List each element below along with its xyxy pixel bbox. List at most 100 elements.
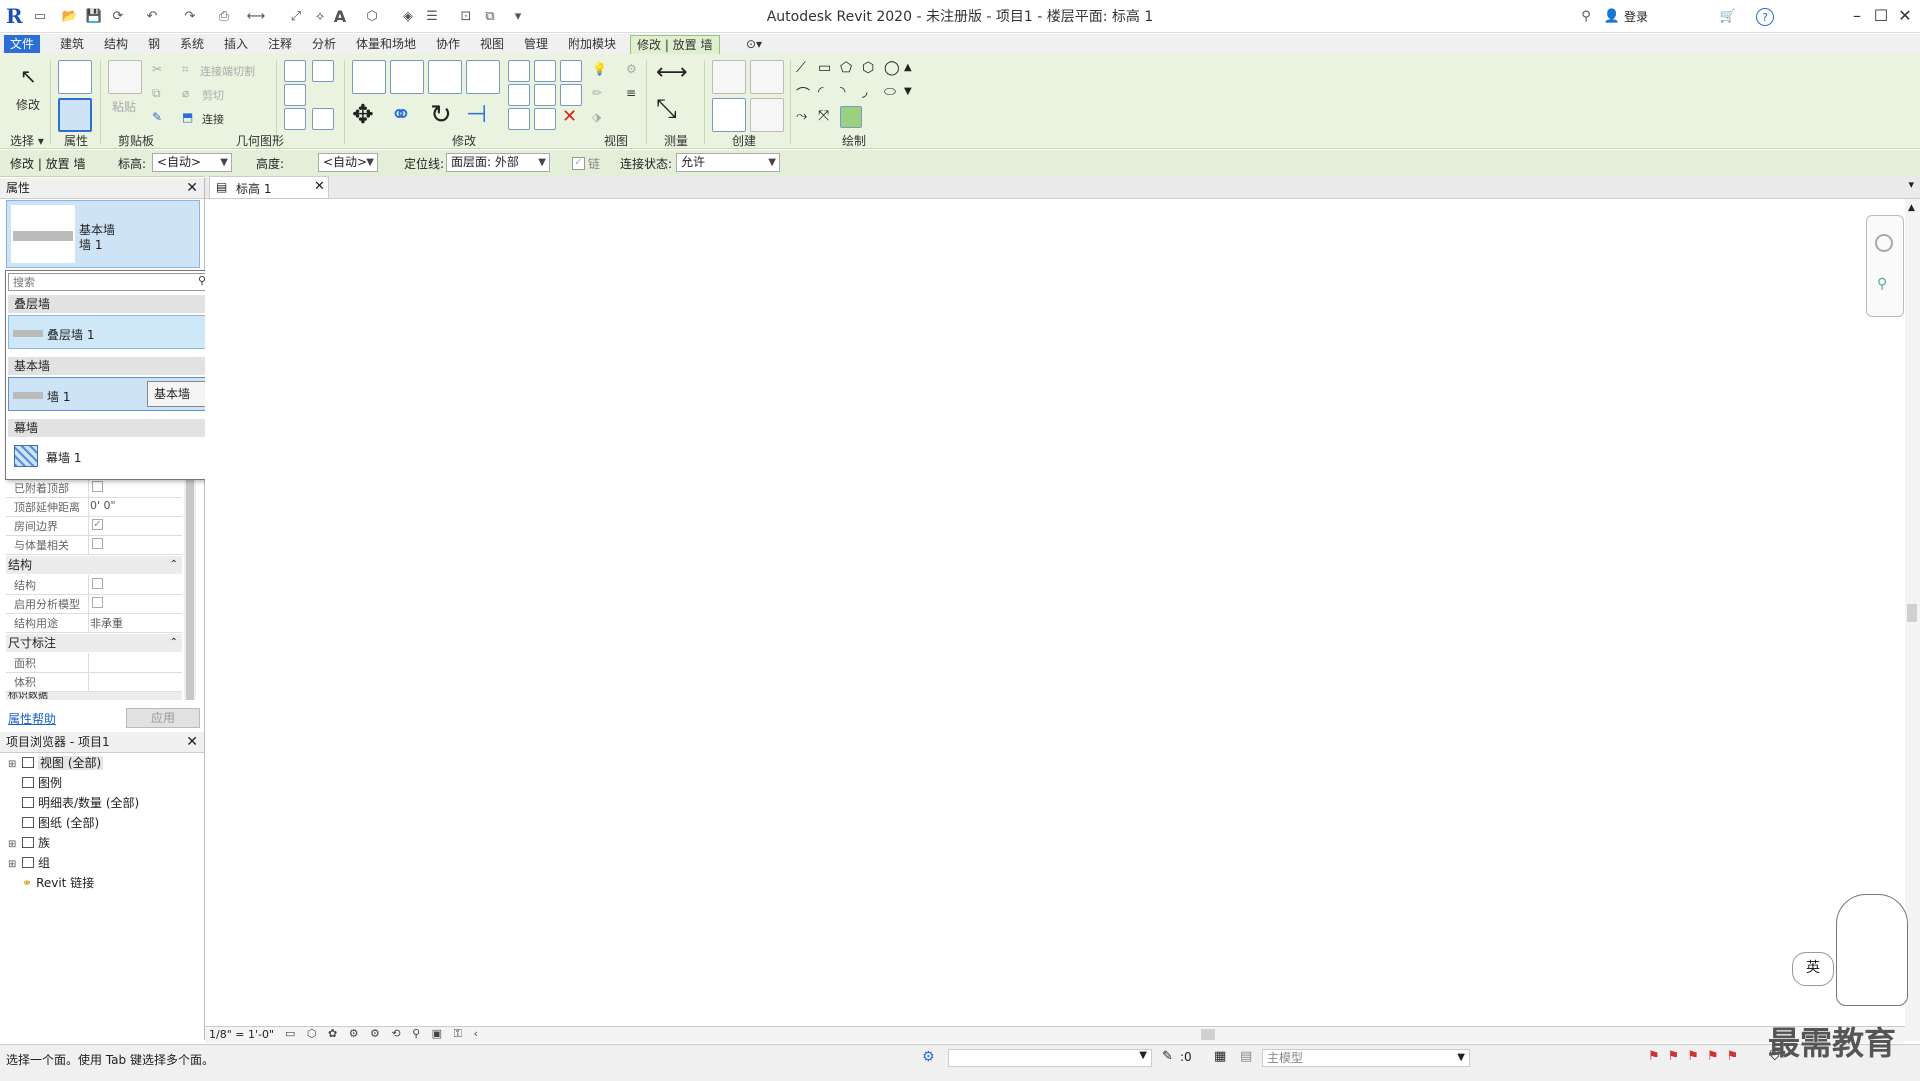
property-row[interactable]: 启用分析模型 [6,594,182,614]
tab-overflow-icon[interactable]: ▾ [1908,178,1914,191]
tab-analyze[interactable]: 分析 [306,35,342,53]
minimize-button[interactable]: – [1844,4,1870,28]
tab-structure[interactable]: 结构 [98,35,134,53]
join-label[interactable]: 连接 [202,111,224,127]
expand-icon[interactable]: ⊞ [8,859,18,870]
trim-single-icon[interactable] [534,108,556,130]
scissors-icon[interactable]: ✂ [152,62,162,76]
property-checkbox[interactable] [92,538,103,549]
properties-scrollbar[interactable] [184,478,196,700]
tab-file[interactable]: 文件 [4,35,41,53]
tree-item-views[interactable]: ⊞ 视图 (全部) [8,754,104,771]
linework-icon[interactable]: ✏ [592,86,602,100]
tree-item-families[interactable]: ⊞ 族 [8,834,50,851]
cart-icon[interactable]: 🛒 [1718,6,1738,26]
cut-join-label[interactable]: 连接端切割 [200,63,255,79]
demolish-icon[interactable]: ⬗ [592,110,601,124]
scroll-thumb[interactable] [1907,604,1917,622]
circumscribed-polygon-icon[interactable]: ⬡ [862,60,874,76]
thin-lines-toggle-icon[interactable]: ≡ [626,86,636,100]
wall-joins-icon[interactable] [284,84,306,106]
split-element-icon[interactable] [508,60,530,82]
tree-item-revit-links[interactable]: ⚭ Revit 链接 [8,874,94,891]
pick-face-active-icon[interactable] [840,106,862,128]
pick-lines-icon[interactable]: ⤳ [796,108,807,124]
height-value-select[interactable]: <自动> ▼ [318,153,378,172]
trim-multiple-icon[interactable] [508,108,530,130]
workset-select[interactable]: ▼ [948,1049,1152,1067]
properties-help-link[interactable]: 属性帮助 [8,710,56,727]
mirror-pick-axis-icon[interactable] [428,60,462,94]
category-identity[interactable]: 标识数据 [6,692,182,700]
paste-icon[interactable] [108,60,142,94]
pin-icon[interactable] [560,60,582,82]
tree-item-sheets[interactable]: 图纸 (全部) [8,814,99,831]
create-similar-icon[interactable] [750,98,784,132]
tab-insert[interactable]: 插入 [218,35,254,53]
scroll-up-icon[interactable]: ▲ [1908,203,1915,213]
dropdown-item-curtain-wall[interactable]: 幕墙 1 [8,439,213,473]
unjoin-icon[interactable] [312,60,334,82]
tab-architecture[interactable]: 建筑 [54,35,90,53]
login-link[interactable]: 登录 [1624,8,1648,25]
unpin-icon[interactable] [560,84,582,106]
category-structure[interactable]: 结构 ⌃ [6,556,182,574]
draw-scroll-up-icon[interactable]: ▲ [904,62,912,73]
selection-filter-icons[interactable]: ⚑⚑⚑⚑⚑ [1648,1049,1746,1064]
geometry-tool-icon[interactable] [284,60,306,82]
tab-collaborate[interactable]: 协作 [430,35,466,53]
split-face-icon[interactable] [284,108,306,130]
type-properties-icon[interactable] [58,60,92,94]
modify-cursor-icon[interactable]: ↖ [20,64,37,88]
tree-item-schedules[interactable]: 明细表/数量 (全部) [8,794,139,811]
apply-button[interactable]: 应用 [126,708,200,728]
join-status-select[interactable]: 允许 ▼ [676,153,780,172]
move-icon[interactable]: ✥ [352,100,374,130]
expand-icon[interactable]: ⊞ [8,839,18,850]
property-checkbox[interactable] [92,597,103,608]
navigation-bar[interactable]: ⚲ [1866,215,1904,317]
dropdown-item-basic-wall[interactable]: 墙 1 基本墙 [8,377,213,411]
location-line-select[interactable]: 面层面: 外部 ▼ [446,153,550,172]
horizontal-scroll-thumb[interactable] [1201,1029,1215,1040]
tree-item-legends[interactable]: 图例 [8,774,62,791]
tab-view[interactable]: 视图 [474,35,510,53]
tab-manage[interactable]: 管理 [518,35,554,53]
property-row[interactable]: 结构用途 非承重 [6,613,182,633]
expand-icon[interactable]: ⊞ [8,759,18,770]
tab-systems[interactable]: 系统 [174,35,210,53]
line-icon[interactable]: ⟋ [796,60,806,76]
join-icon[interactable]: ⬒ [182,110,193,124]
circle-icon[interactable]: ◯ [884,60,900,76]
user-icon[interactable]: 👤 [1602,6,1622,26]
close-icon[interactable]: ✕ [186,732,198,752]
view-scale[interactable]: 1/8" = 1'-0" [209,1028,274,1041]
create-assembly-icon[interactable] [712,60,746,94]
close-icon[interactable]: ✕ [186,178,198,198]
drawing-canvas[interactable] [205,199,1905,1027]
help-icon[interactable]: ? [1756,8,1774,26]
start-end-arc-icon[interactable]: ⌒ [796,84,810,104]
hide-element-icon[interactable]: 💡 [592,62,607,76]
type-selector-dropdown[interactable]: ⚲ 叠层墙 叠层墙 1 基本墙 墙 1 基本墙 幕墙 幕墙 1 [5,270,216,480]
property-row[interactable]: 顶部延伸距离 0' 0" [6,497,182,517]
cut-geometry-icon[interactable]: ⌀ [182,86,189,100]
center-end-arc-icon[interactable]: ◜ [818,84,823,100]
chain-checkbox[interactable]: ✓ [572,157,585,170]
mirror-draw-axis-icon[interactable] [466,60,500,94]
view-control-icons[interactable]: ▭ ⬡ ✿ ⚙ ⚙ ⟲ ⚲ ▣ ⚿ ‹ [285,1027,482,1041]
tab-steel[interactable]: 钢 [142,35,166,53]
close-window-button[interactable]: ✕ [1892,4,1918,28]
array-icon[interactable] [508,84,530,106]
tree-item-groups[interactable]: ⊞ 组 [8,854,50,871]
tab-modify-place-wall[interactable]: 修改 | 放置 墙 [630,35,720,54]
paint-icon[interactable] [312,108,334,130]
property-row[interactable]: 面积 [6,653,182,673]
editable-icon[interactable]: ✎ [1162,1049,1173,1064]
steering-wheel-icon[interactable] [1875,234,1893,252]
group-select[interactable]: 选择 ▾ [10,132,44,149]
delete-icon[interactable]: ✕ [562,106,577,127]
tab-annotate[interactable]: 注释 [262,35,298,53]
workset-icon[interactable]: ⚙ [922,1049,935,1065]
tab-massing-site[interactable]: 体量和场地 [350,35,422,53]
